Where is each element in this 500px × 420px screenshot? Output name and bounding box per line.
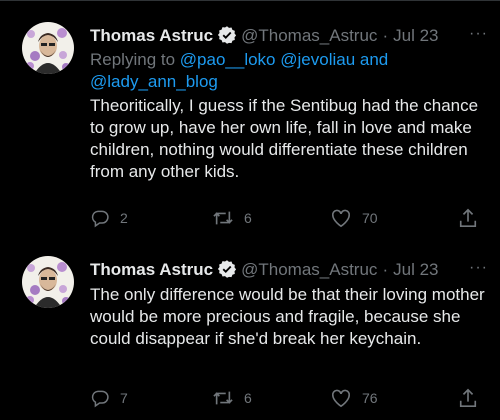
tweet[interactable]: Thomas Astruc @Thomas_Astruc · Jul 23 ··· T… — [0, 246, 500, 420]
like-button[interactable]: 70 — [330, 206, 378, 230]
tweet[interactable]: Thomas Astruc @Thomas_Astruc · Jul 23 ··· R… — [0, 0, 500, 246]
author-name[interactable]: Thomas Astruc — [90, 260, 213, 279]
more-options-icon[interactable]: ··· — [469, 258, 488, 278]
reply-button[interactable]: 2 — [90, 206, 128, 230]
author-handle[interactable]: @Thomas_Astruc — [241, 260, 377, 279]
author-handle[interactable]: @Thomas_Astruc — [241, 26, 377, 45]
replying-prefix: Replying to — [90, 50, 176, 69]
share-icon — [458, 207, 478, 229]
mention-link[interactable]: and — [360, 50, 388, 69]
retweet-icon — [212, 208, 234, 228]
tweet-text: Theoritically, I guess if the Sentibug h… — [90, 96, 479, 181]
mention-link[interactable]: @lady_ann_blog — [90, 72, 218, 91]
retweet-button[interactable]: 6 — [212, 206, 252, 230]
avatar[interactable] — [22, 256, 74, 308]
mention-link[interactable]: @jevoliau — [280, 50, 355, 69]
more-options-icon[interactable]: ··· — [469, 24, 488, 44]
share-button[interactable] — [458, 386, 478, 410]
tweet-date[interactable]: Jul 23 — [393, 26, 438, 45]
reply-count: 7 — [120, 390, 128, 406]
verified-badge-icon — [217, 259, 237, 286]
retweet-icon — [212, 388, 234, 408]
replying-to: Replying to @pao__loko @jevoliau and @la… — [90, 49, 486, 93]
reply-button[interactable]: 7 — [90, 386, 128, 410]
tweet-actions: 2 6 70 — [90, 206, 486, 230]
retweet-button[interactable]: 6 — [212, 386, 252, 410]
heart-icon — [330, 208, 352, 228]
retweet-count: 6 — [244, 390, 252, 406]
reply-icon — [90, 388, 110, 408]
retweet-count: 6 — [244, 210, 252, 226]
separator: · — [382, 260, 389, 279]
verified-badge-icon — [217, 25, 237, 52]
mention-link[interactable]: @pao__loko — [180, 50, 276, 69]
like-button[interactable]: 76 — [330, 386, 378, 410]
separator: · — [382, 26, 389, 45]
share-icon — [458, 387, 478, 409]
like-count: 76 — [362, 390, 378, 406]
tweet-date[interactable]: Jul 23 — [393, 260, 438, 279]
avatar[interactable] — [22, 22, 74, 74]
heart-icon — [330, 388, 352, 408]
reply-count: 2 — [120, 210, 128, 226]
share-button[interactable] — [458, 206, 478, 230]
author-name[interactable]: Thomas Astruc — [90, 26, 213, 45]
tweet-text: The only difference would be that their … — [90, 285, 485, 348]
like-count: 70 — [362, 210, 378, 226]
reply-icon — [90, 208, 110, 228]
tweet-actions: 7 6 76 — [90, 386, 486, 410]
